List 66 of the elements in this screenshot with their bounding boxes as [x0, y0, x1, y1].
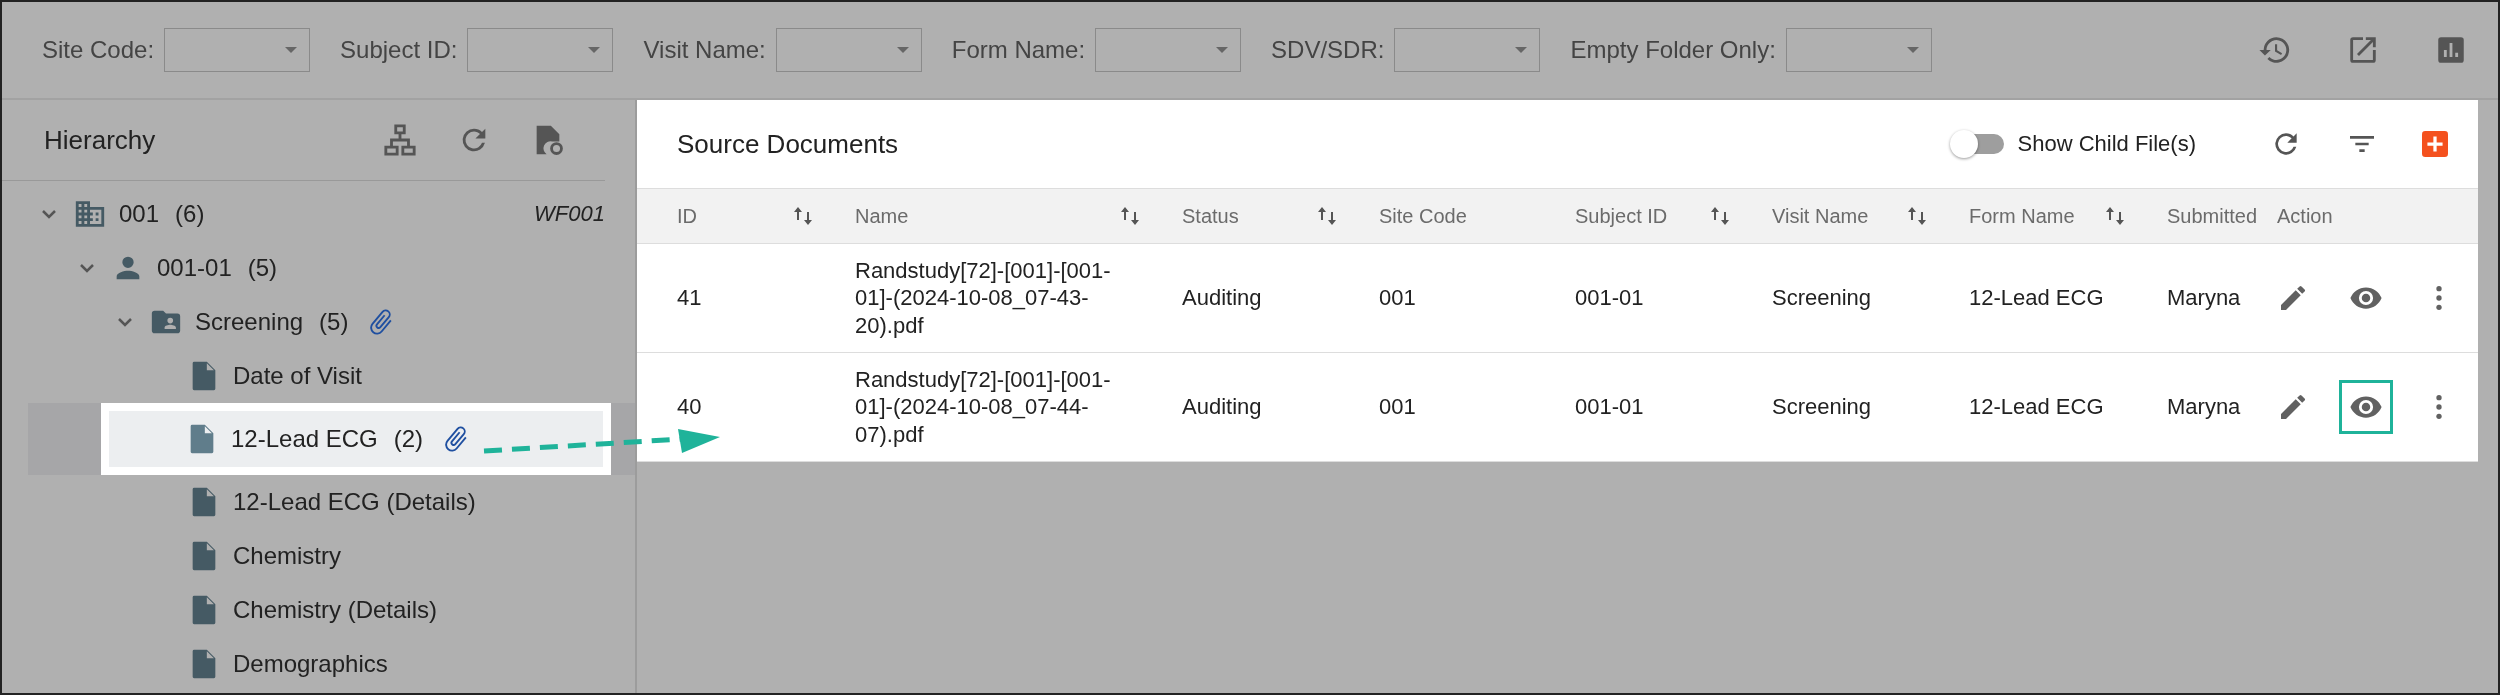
- table-cell: Auditing: [1182, 285, 1262, 310]
- tree-label: 001-01: [157, 254, 232, 282]
- item-count: (5): [247, 254, 278, 282]
- caret-icon[interactable]: [285, 47, 298, 53]
- tree-item[interactable]: Date of Visit: [151, 349, 605, 403]
- caret-icon[interactable]: [896, 47, 909, 53]
- tree-item[interactable]: 001 (6) WF001: [37, 187, 605, 241]
- table-cell: Maryna: [2167, 285, 2241, 310]
- hierarchy-icon[interactable]: [383, 123, 417, 157]
- item-count: (5): [319, 308, 349, 336]
- filter-label: Subject ID:: [340, 36, 458, 64]
- tree-label: Date of Visit: [233, 362, 362, 390]
- table-cell: 40: [677, 394, 702, 419]
- filter-label: SDV/SDR:: [1271, 36, 1385, 64]
- card-title: Source Documents: [677, 128, 899, 160]
- tree-item[interactable]: 001-01 (5): [75, 241, 605, 295]
- filter-label: Empty Folder Only:: [1570, 36, 1776, 64]
- tree-label: Chemistry: [233, 542, 341, 570]
- tree-label: 001: [119, 200, 160, 228]
- panel-title: Hierarchy: [44, 124, 156, 156]
- table-cell-text: Randstudy[72]-[001]-[001-01]-(2024-10-08_07-43-20).pdf: [855, 256, 1112, 340]
- add-icon[interactable]: [2422, 131, 2448, 157]
- tree-label: 12-Lead ECG (Details): [233, 488, 476, 516]
- tree-item[interactable]: Chemistry (Details): [151, 583, 605, 637]
- table-cell: Screening: [1772, 285, 1872, 310]
- toggle-label: Show Child File(s): [2017, 131, 2196, 157]
- table-cell: 12-Lead ECG: [1969, 285, 2104, 310]
- column-header[interactable]: Site Code: [1379, 204, 1575, 228]
- table-cell: Maryna: [2167, 394, 2241, 419]
- tree-item[interactable]: Screening (5): [113, 295, 605, 349]
- column-header[interactable]: Action: [2277, 204, 2478, 228]
- filter-label: Site Code:: [42, 36, 155, 64]
- column-header[interactable]: Submitted: [2167, 204, 2277, 228]
- tree-item[interactable]: 12-Lead ECG (2): [101, 403, 611, 475]
- column-header[interactable]: ID: [637, 204, 855, 228]
- table-cell: Auditing: [1182, 394, 1262, 419]
- table-cell: 001-01: [1575, 394, 1644, 419]
- caret-icon[interactable]: [1216, 47, 1229, 53]
- caret-icon[interactable]: [1515, 47, 1528, 53]
- column-header[interactable]: Form Name: [1969, 204, 2167, 228]
- table-cell: Screening: [1772, 394, 1872, 419]
- tree-label: Screening: [195, 308, 304, 336]
- column-header[interactable]: Subject ID: [1575, 204, 1772, 228]
- table-cell: 001: [1379, 285, 1416, 310]
- caret-icon[interactable]: [588, 47, 601, 53]
- tree-label: Demographics: [233, 650, 388, 678]
- tree-label: Chemistry (Details): [233, 596, 438, 624]
- caret-icon[interactable]: [1906, 47, 1919, 53]
- tree-label: 12-Lead ECG: [231, 425, 378, 453]
- table-cell-text: Randstudy[72]-[001]-[001-01]-(2024-10-08_07-44-07).pdf: [855, 365, 1112, 449]
- item-count: (6): [175, 200, 205, 228]
- column-header[interactable]: Visit Name: [1772, 204, 1969, 228]
- tree-item[interactable]: Chemistry: [151, 529, 605, 583]
- filter-label: Visit Name:: [643, 36, 766, 64]
- table-cell: 001-01: [1575, 285, 1644, 310]
- column-header[interactable]: Name: [855, 204, 1182, 228]
- view-button[interactable]: [2339, 380, 2393, 434]
- filter-label: Form Name:: [951, 36, 1086, 64]
- table-cell: 12-Lead ECG: [1969, 394, 2104, 419]
- table-cell: 001: [1379, 394, 1416, 419]
- table-cell: 41: [677, 285, 702, 310]
- tree-item[interactable]: Demographics: [151, 637, 605, 691]
- item-count: (2): [393, 425, 424, 453]
- workflow-tag: WF001: [534, 201, 605, 227]
- tree-item[interactable]: 12-Lead ECG (Details): [151, 475, 605, 529]
- column-header[interactable]: Status: [1182, 204, 1379, 228]
